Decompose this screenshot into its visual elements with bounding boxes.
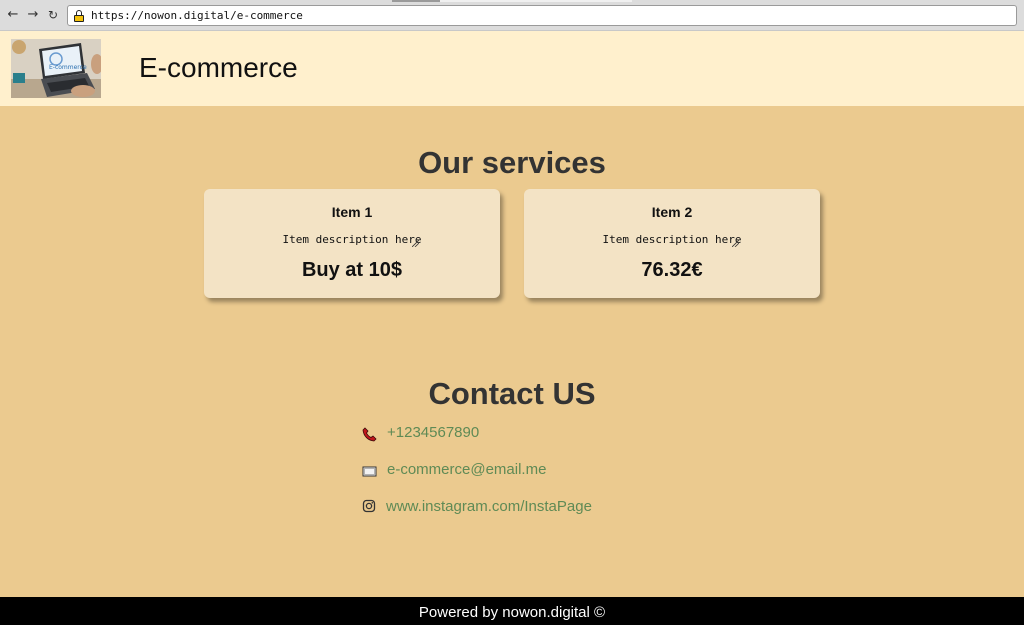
back-arrow-icon[interactable]: ← [5, 7, 21, 23]
service-card-price: Buy at 10$ [301, 259, 403, 281]
reload-icon[interactable]: ↻ [45, 7, 61, 23]
footer-text: Powered by nowon.digital © [418, 604, 606, 621]
instagram-icon [362, 499, 376, 513]
forward-arrow-icon[interactable]: → [25, 7, 41, 23]
address-bar[interactable]: https://nowon.digital/e-commerce [67, 5, 1017, 26]
email-link[interactable]: e-commerce@email.me [387, 461, 546, 478]
service-card-price: 76.32€ [641, 259, 703, 281]
service-card: Item 1 Item description here Buy at 10$ [204, 189, 500, 298]
site-title: E-commerce [139, 52, 298, 83]
site-footer: Powered by nowon.digital © [0, 597, 1024, 625]
contact-heading: Contact US [428, 376, 596, 411]
active-tab-indicator [392, 0, 440, 2]
url-text[interactable]: https://nowon.digital/e-commerce [91, 9, 303, 22]
resize-grip-icon[interactable] [412, 240, 419, 247]
browser-toolbar: ← → ↻ https://nowon.digital/e-commerce [0, 0, 1024, 31]
tab-strip [392, 0, 632, 2]
phone-link[interactable]: +1234567890 [387, 424, 479, 441]
services-heading: Our services [418, 145, 606, 180]
logo-text: E-commerce [49, 64, 87, 71]
service-card-title: Item 1 [331, 204, 373, 220]
lock-icon [74, 10, 84, 22]
service-card: Item 2 Item description here 76.32€ [524, 189, 820, 298]
service-card-description: Item description here [282, 233, 422, 246]
resize-grip-icon[interactable] [732, 240, 739, 247]
service-card-description: Item description here [602, 233, 742, 246]
service-card-title: Item 2 [651, 204, 693, 220]
logo-image: E-commerce [11, 39, 101, 98]
instagram-link[interactable]: www.instagram.com/InstaPage [386, 498, 592, 515]
site-header: E-commerce E-commerce [0, 31, 1024, 106]
envelope-icon [362, 466, 377, 477]
phone-icon [362, 427, 377, 442]
